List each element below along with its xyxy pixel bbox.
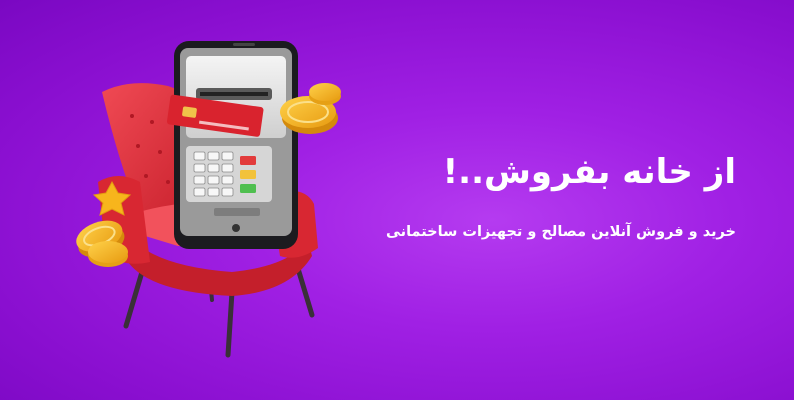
coin-icon xyxy=(88,241,128,267)
atm-card-slot-icon xyxy=(196,88,272,100)
hero-banner: از خانه بفروش..! خرید و فروش آنلاین مصال… xyxy=(0,0,794,400)
smartphone-icon xyxy=(166,41,298,249)
banner-headline: از خانه بفروش..! xyxy=(442,152,736,192)
chair-leg xyxy=(123,269,145,329)
banner-subheadline: خرید و فروش آنلاین مصالح و تجهیزات ساختم… xyxy=(385,224,736,240)
atm-cash-slot xyxy=(214,208,260,216)
phone-home-button xyxy=(232,224,240,232)
keypad-function-keys xyxy=(240,156,256,193)
coin-icon xyxy=(309,83,341,105)
phone-speaker xyxy=(233,43,255,46)
chair-leg xyxy=(225,289,235,358)
hero-illustration xyxy=(76,41,341,358)
